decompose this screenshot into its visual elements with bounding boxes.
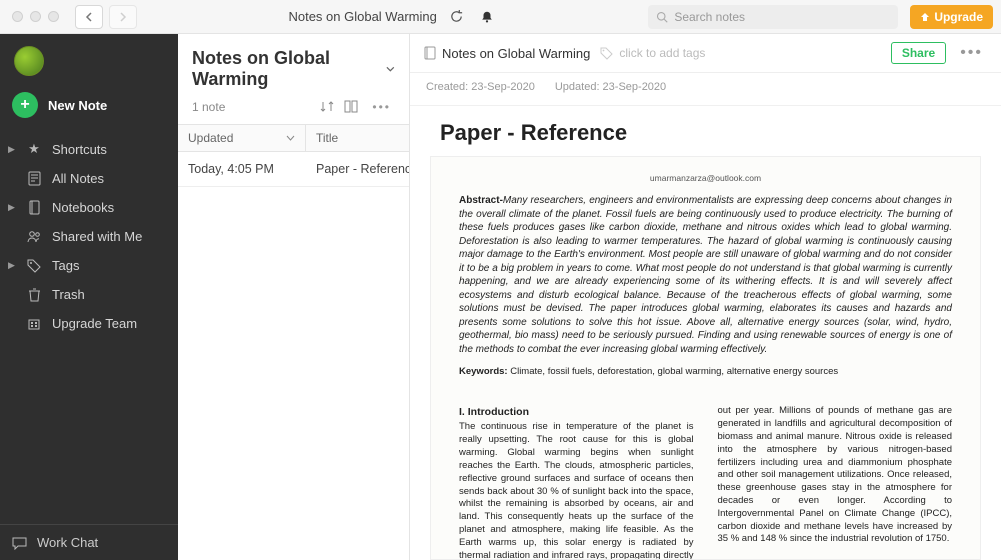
abstract-text: Many researchers, engineers and environm… <box>459 195 952 355</box>
new-note-label: New Note <box>48 98 107 113</box>
titlebar: Notes on Global Warming Search notes Upg… <box>0 0 1001 34</box>
tag-icon <box>26 259 42 273</box>
paper-keywords: Keywords: Climate, fossil fuels, defores… <box>459 366 952 379</box>
sidebar-item-shared[interactable]: Shared with Me <box>0 222 178 251</box>
note-icon <box>26 171 42 186</box>
note-more-options-button[interactable]: ••• <box>956 44 987 62</box>
sidebar-item-label: Shortcuts <box>52 142 107 157</box>
people-icon <box>26 230 42 243</box>
note-detail-panel: Notes on Global Warming click to add tag… <box>410 34 1001 560</box>
note-list-panel: Notes on Global Warming 1 note ••• Updat… <box>178 34 410 560</box>
chevron-down-icon <box>286 135 295 142</box>
keywords-label: Keywords: <box>459 366 508 377</box>
note-title-editor[interactable]: Paper - Reference <box>410 106 1001 156</box>
chevron-down-icon <box>386 65 395 73</box>
column-header-label: Updated <box>188 131 233 145</box>
list-column-headers: Updated Title <box>178 124 409 152</box>
sidebar-item-label: Upgrade Team <box>52 316 137 331</box>
paper-column-2: out per year. Millions of pounds of meth… <box>718 405 953 560</box>
account-avatar[interactable] <box>14 46 44 76</box>
notebook-title: Notes on Global Warming <box>192 48 382 90</box>
back-button[interactable] <box>75 5 103 29</box>
trash-icon <box>26 287 42 302</box>
more-options-button[interactable]: ••• <box>368 100 395 114</box>
sidebar-item-all-notes[interactable]: All Notes <box>0 164 178 193</box>
paper-col2-text: out per year. Millions of pounds of meth… <box>718 405 953 544</box>
search-icon <box>656 11 668 23</box>
sync-icon[interactable] <box>447 7 467 27</box>
notebook-icon <box>424 46 436 60</box>
share-button[interactable]: Share <box>891 42 946 64</box>
minimize-window-icon[interactable] <box>30 11 41 22</box>
sidebar-item-notebooks[interactable]: ▶ Notebooks <box>0 193 178 222</box>
upgrade-arrow-icon <box>920 12 930 22</box>
paper-abstract: Abstract-Many researchers, engineers and… <box>459 194 952 356</box>
book-icon <box>26 200 42 215</box>
chat-icon <box>12 536 27 550</box>
sidebar-item-label: Notebooks <box>52 200 114 215</box>
abstract-label: Abstract- <box>459 195 503 206</box>
sidebar-item-label: Tags <box>52 258 79 273</box>
sidebar-item-upgrade-team[interactable]: Upgrade Team <box>0 309 178 338</box>
chevron-right-icon: ▶ <box>8 260 16 271</box>
sidebar: + New Note ▶ ★ Shortcuts All Notes ▶ Not <box>0 34 178 560</box>
note-body[interactable]: umarmanzarza@outlook.com Abstract-Many r… <box>430 156 981 560</box>
work-chat-label: Work Chat <box>37 535 98 550</box>
updated-date: Updated: 23-Sep-2020 <box>555 81 666 93</box>
chevron-right-icon: ▶ <box>8 144 16 155</box>
tag-placeholder: click to add tags <box>619 46 705 60</box>
upgrade-button[interactable]: Upgrade <box>910 5 993 29</box>
work-chat-button[interactable]: Work Chat <box>0 524 178 560</box>
new-note-button[interactable]: + New Note <box>12 92 166 118</box>
plus-icon: + <box>12 92 38 118</box>
sidebar-item-label: Shared with Me <box>52 229 142 244</box>
paper-heading-intro: I. Introduction <box>459 405 694 419</box>
column-header-label: Title <box>316 131 338 145</box>
note-title: Paper - Reference <box>306 152 409 186</box>
forward-button[interactable] <box>109 5 137 29</box>
note-updated: Today, 4:05 PM <box>178 152 306 186</box>
sidebar-item-tags[interactable]: ▶ Tags <box>0 251 178 280</box>
paper-column-1: I. Introduction The continuous rise in t… <box>459 405 694 560</box>
view-toggle-button[interactable] <box>344 100 358 114</box>
search-input[interactable]: Search notes <box>648 5 898 29</box>
window-controls <box>8 11 69 22</box>
keywords-text: Climate, fossil fuels, deforestation, gl… <box>510 366 838 377</box>
note-row[interactable]: Today, 4:05 PM Paper - Reference <box>178 152 409 187</box>
paper-email: umarmanzarza@outlook.com <box>459 173 952 184</box>
close-window-icon[interactable] <box>12 11 23 22</box>
breadcrumb-label: Notes on Global Warming <box>442 46 590 61</box>
sidebar-item-label: All Notes <box>52 171 104 186</box>
sidebar-item-trash[interactable]: Trash <box>0 280 178 309</box>
sidebar-item-label: Trash <box>52 287 85 302</box>
tag-icon <box>600 47 613 60</box>
note-meta: Created: 23-Sep-2020 Updated: 23-Sep-202… <box>410 73 1001 106</box>
note-breadcrumb[interactable]: Notes on Global Warming <box>424 46 590 61</box>
search-placeholder: Search notes <box>674 10 745 24</box>
paper-intro-text: The continuous rise in temperature of th… <box>459 421 694 560</box>
created-date: Created: 23-Sep-2020 <box>426 81 535 93</box>
sidebar-item-shortcuts[interactable]: ▶ ★ Shortcuts <box>0 134 178 164</box>
column-header-title[interactable]: Title <box>306 125 409 151</box>
add-tags-field[interactable]: click to add tags <box>600 46 705 60</box>
notebook-title-dropdown[interactable]: Notes on Global Warming <box>192 48 395 90</box>
upgrade-label: Upgrade <box>934 10 983 24</box>
maximize-window-icon[interactable] <box>48 11 59 22</box>
team-icon <box>26 317 42 330</box>
chevron-right-icon: ▶ <box>8 202 16 213</box>
column-header-updated[interactable]: Updated <box>178 125 306 151</box>
sort-button[interactable] <box>320 100 334 114</box>
note-count: 1 note <box>192 100 225 114</box>
window-title: Notes on Global Warming <box>288 9 436 24</box>
notifications-icon[interactable] <box>477 7 497 27</box>
star-icon: ★ <box>26 141 42 157</box>
